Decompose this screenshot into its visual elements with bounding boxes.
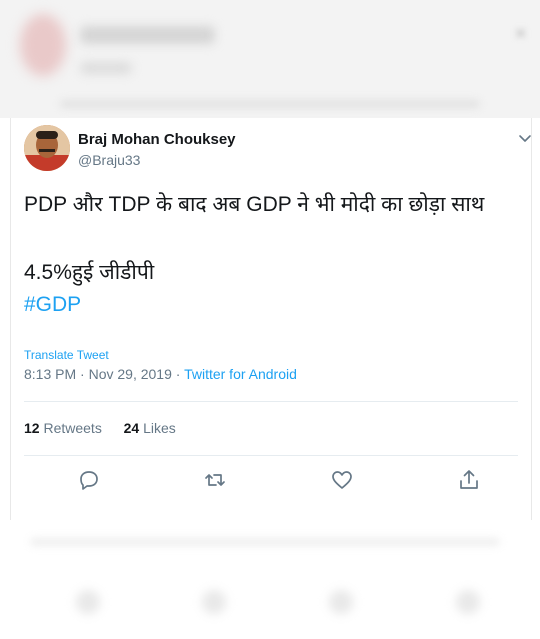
blurred-previous-tweet: ✕ [0, 0, 540, 118]
retweets-stat[interactable]: 12 Retweets [24, 420, 102, 436]
chevron-down-icon[interactable] [517, 130, 533, 146]
like-count: 24 [123, 420, 140, 436]
translate-tweet-link[interactable]: Translate Tweet [24, 348, 109, 362]
tweet-stats: 12 Retweets 24 Likes [24, 420, 176, 436]
action-bar [11, 468, 531, 500]
tweet-card: Braj Mohan Chouksey @Braju33 PDP और TDP … [10, 118, 532, 520]
likes-stat[interactable]: 24 Likes [124, 420, 176, 436]
tweet-text-line1: PDP और TDP के बाद अब GDP ने भी मोदी का छ… [24, 193, 485, 216]
like-icon[interactable] [330, 468, 354, 492]
blurred-name [80, 26, 215, 44]
like-label: Likes [139, 420, 176, 436]
divider [24, 401, 518, 402]
blurred-text [60, 100, 480, 108]
retweet-label: Retweets [39, 420, 102, 436]
tweet-meta: 8:13 PM · Nov 29, 2019 · Twitter for And… [24, 366, 297, 382]
blurred-handle [80, 62, 132, 74]
blurred-avatar [20, 14, 66, 76]
blurred-retweet-icon [202, 590, 226, 614]
author-handle[interactable]: @Braju33 [78, 152, 140, 168]
tweet-source-link[interactable]: Twitter for Android [184, 366, 297, 382]
blurred-text [30, 538, 500, 546]
tweet-timestamp[interactable]: 8:13 PM · Nov 29, 2019 · [24, 366, 184, 382]
blurred-like-icon [329, 590, 353, 614]
blurred-next-content [0, 520, 540, 639]
retweet-icon[interactable] [203, 468, 227, 492]
share-icon[interactable] [457, 468, 481, 492]
blurred-close-icon: ✕ [514, 26, 528, 43]
blurred-reply-icon [76, 590, 100, 614]
avatar[interactable] [24, 125, 70, 171]
reply-icon[interactable] [77, 468, 101, 492]
retweet-count: 12 [24, 420, 40, 436]
tweet-text-line2: 4.5%हुई जीडीपी [24, 261, 155, 284]
author-name[interactable]: Braj Mohan Chouksey [78, 131, 236, 148]
blurred-share-icon [456, 590, 480, 614]
hashtag-link[interactable]: #GDP [24, 293, 81, 317]
divider [24, 455, 518, 456]
